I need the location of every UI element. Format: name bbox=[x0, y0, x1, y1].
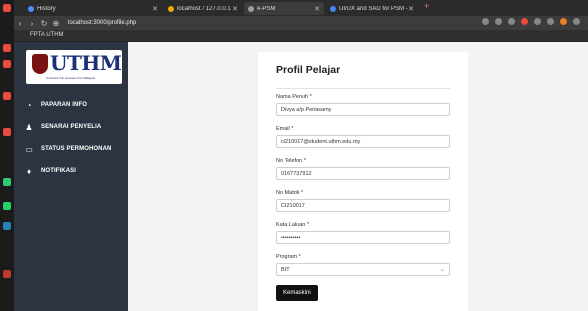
tab-label: History bbox=[37, 5, 56, 12]
tab-epsm[interactable]: e-PSM ✕ bbox=[244, 2, 324, 15]
form-field-telefon: No Telefon * 0167737912 bbox=[276, 158, 450, 180]
update-button[interactable]: Kemaskini bbox=[276, 285, 318, 301]
page-title: Profil Pelajar bbox=[276, 64, 341, 76]
password-input[interactable]: •••••••••• bbox=[276, 231, 450, 244]
new-tab-icon[interactable]: + bbox=[424, 1, 429, 11]
sidebar-item-paparan-info[interactable]: ◔ PAPARAN INFO bbox=[14, 94, 128, 116]
tab-label: e-PSM bbox=[257, 5, 276, 12]
sidebar-menu: ◔ PAPARAN INFO ♟ SENARAI PENYELIA ▭ STAT… bbox=[14, 94, 128, 182]
record-icon[interactable] bbox=[521, 18, 528, 25]
dashboard-icon: ◔ bbox=[26, 100, 32, 110]
email-input[interactable]: ci210017@student.uthm.edu.my bbox=[276, 135, 450, 148]
app-icon[interactable] bbox=[3, 202, 11, 210]
bookmarks-bar: FPTA UTHM bbox=[14, 30, 588, 42]
close-icon[interactable]: ✕ bbox=[408, 5, 414, 13]
address-bar-row: ‹ › ↻ ⊕ localhost:3000/profile.php bbox=[14, 16, 588, 30]
sidebar-item-label: STATUS PERMOHONAN bbox=[41, 146, 112, 152]
chevron-down-icon: ⌄ bbox=[439, 267, 445, 273]
history-icon bbox=[28, 5, 34, 12]
user-icon: ♟ bbox=[25, 122, 33, 132]
camera-icon[interactable] bbox=[508, 18, 515, 25]
sidebar: UTHM Universiti Tun Hussein Onn Malaysia… bbox=[14, 42, 128, 311]
app-icon[interactable] bbox=[3, 128, 11, 136]
page-content: UTHM Universiti Tun Hussein Onn Malaysia… bbox=[14, 42, 588, 311]
field-label: Program * bbox=[276, 254, 301, 260]
phone-input[interactable]: 0167737912 bbox=[276, 167, 450, 180]
sidebar-item-notifikasi[interactable]: ♦ NOTIFIKASI bbox=[14, 160, 128, 182]
share-icon[interactable] bbox=[495, 18, 502, 25]
phpmyadmin-icon bbox=[168, 5, 174, 12]
tab-label: UI/UX and SAD for PSM - Go bbox=[339, 5, 408, 12]
logo-subtitle: Universiti Tun Hussein Onn Malaysia bbox=[46, 76, 96, 80]
bookmark-item[interactable]: FPTA UTHM bbox=[30, 32, 64, 38]
form-field-password: Kata Laluan * •••••••••• bbox=[276, 222, 450, 244]
app-icon[interactable] bbox=[3, 44, 11, 52]
url-field[interactable]: localhost:3000/profile.php bbox=[68, 20, 136, 26]
close-icon[interactable]: ✕ bbox=[232, 5, 238, 13]
form-field-nama: Nama Penuh * Divya a/p Periasamy bbox=[276, 94, 450, 116]
tab-label: localhost / 127.0.0.1 / spm bbox=[177, 5, 232, 12]
program-select-value: BIT bbox=[281, 267, 290, 273]
sidebar-item-label: NOTIFIKASI bbox=[41, 168, 76, 174]
app-icon[interactable] bbox=[3, 222, 11, 230]
app-icon[interactable] bbox=[3, 60, 11, 68]
bell-icon: ♦ bbox=[26, 166, 32, 176]
tab-phpmyadmin[interactable]: localhost / 127.0.0.1 / spm ✕ bbox=[164, 2, 242, 15]
form-field-program: Program * BIT ⌄ bbox=[276, 254, 450, 276]
crest-icon bbox=[32, 54, 48, 74]
sidebar-item-status-permohonan[interactable]: ▭ STATUS PERMOHONAN bbox=[14, 138, 128, 160]
name-input[interactable]: Divya a/p Periasamy bbox=[276, 103, 450, 116]
app-icon[interactable] bbox=[3, 270, 11, 278]
tab-bar: History ✕ localhost / 127.0.0.1 / spm ✕ … bbox=[14, 0, 588, 16]
forward-icon[interactable]: › bbox=[26, 19, 38, 28]
extension-icon[interactable] bbox=[560, 18, 567, 25]
app-sidebar-strip bbox=[0, 0, 14, 311]
back-icon[interactable]: ‹ bbox=[14, 19, 26, 28]
close-icon[interactable]: ✕ bbox=[152, 5, 158, 13]
field-label: No Matrik * bbox=[276, 190, 304, 196]
app-icon[interactable] bbox=[3, 4, 11, 12]
field-label: No Telefon * bbox=[276, 158, 306, 164]
search-icon[interactable] bbox=[482, 18, 489, 25]
field-label: Nama Penuh * bbox=[276, 94, 312, 100]
docs-icon bbox=[330, 5, 336, 12]
tab-docs[interactable]: UI/UX and SAD for PSM - Go ✕ bbox=[326, 2, 418, 15]
close-icon[interactable]: ✕ bbox=[314, 5, 320, 13]
sidebar-item-label: SENARAI PENYELIA bbox=[41, 124, 102, 130]
form-field-matrik: No Matrik * CI210017 bbox=[276, 190, 450, 212]
program-select[interactable]: BIT ⌄ bbox=[276, 263, 450, 276]
divider bbox=[276, 88, 450, 89]
logo-text: UTHM bbox=[50, 51, 122, 75]
globe-icon bbox=[248, 5, 254, 12]
wallet-icon[interactable] bbox=[573, 18, 580, 25]
form-field-email: Email * ci210017@student.uthm.edu.my bbox=[276, 126, 450, 148]
uthm-logo[interactable]: UTHM Universiti Tun Hussein Onn Malaysia bbox=[26, 50, 122, 84]
profile-card: Profil Pelajar Nama Penuh * Divya a/p Pe… bbox=[258, 52, 468, 311]
toolbar-icons bbox=[482, 18, 580, 25]
site-info-icon[interactable]: ⊕ bbox=[50, 19, 62, 28]
app-icon[interactable] bbox=[3, 178, 11, 186]
tab-history[interactable]: History ✕ bbox=[24, 2, 162, 15]
status-icon: ▭ bbox=[25, 144, 33, 154]
heart-icon[interactable] bbox=[547, 18, 554, 25]
matric-input[interactable]: CI210017 bbox=[276, 199, 450, 212]
play-icon[interactable] bbox=[534, 18, 541, 25]
field-label: Email * bbox=[276, 126, 294, 132]
reload-icon[interactable]: ↻ bbox=[38, 19, 50, 28]
sidebar-item-senarai-penyelia[interactable]: ♟ SENARAI PENYELIA bbox=[14, 116, 128, 138]
field-label: Kata Laluan * bbox=[276, 222, 310, 228]
sidebar-item-label: PAPARAN INFO bbox=[41, 102, 87, 108]
app-icon[interactable] bbox=[3, 92, 11, 100]
